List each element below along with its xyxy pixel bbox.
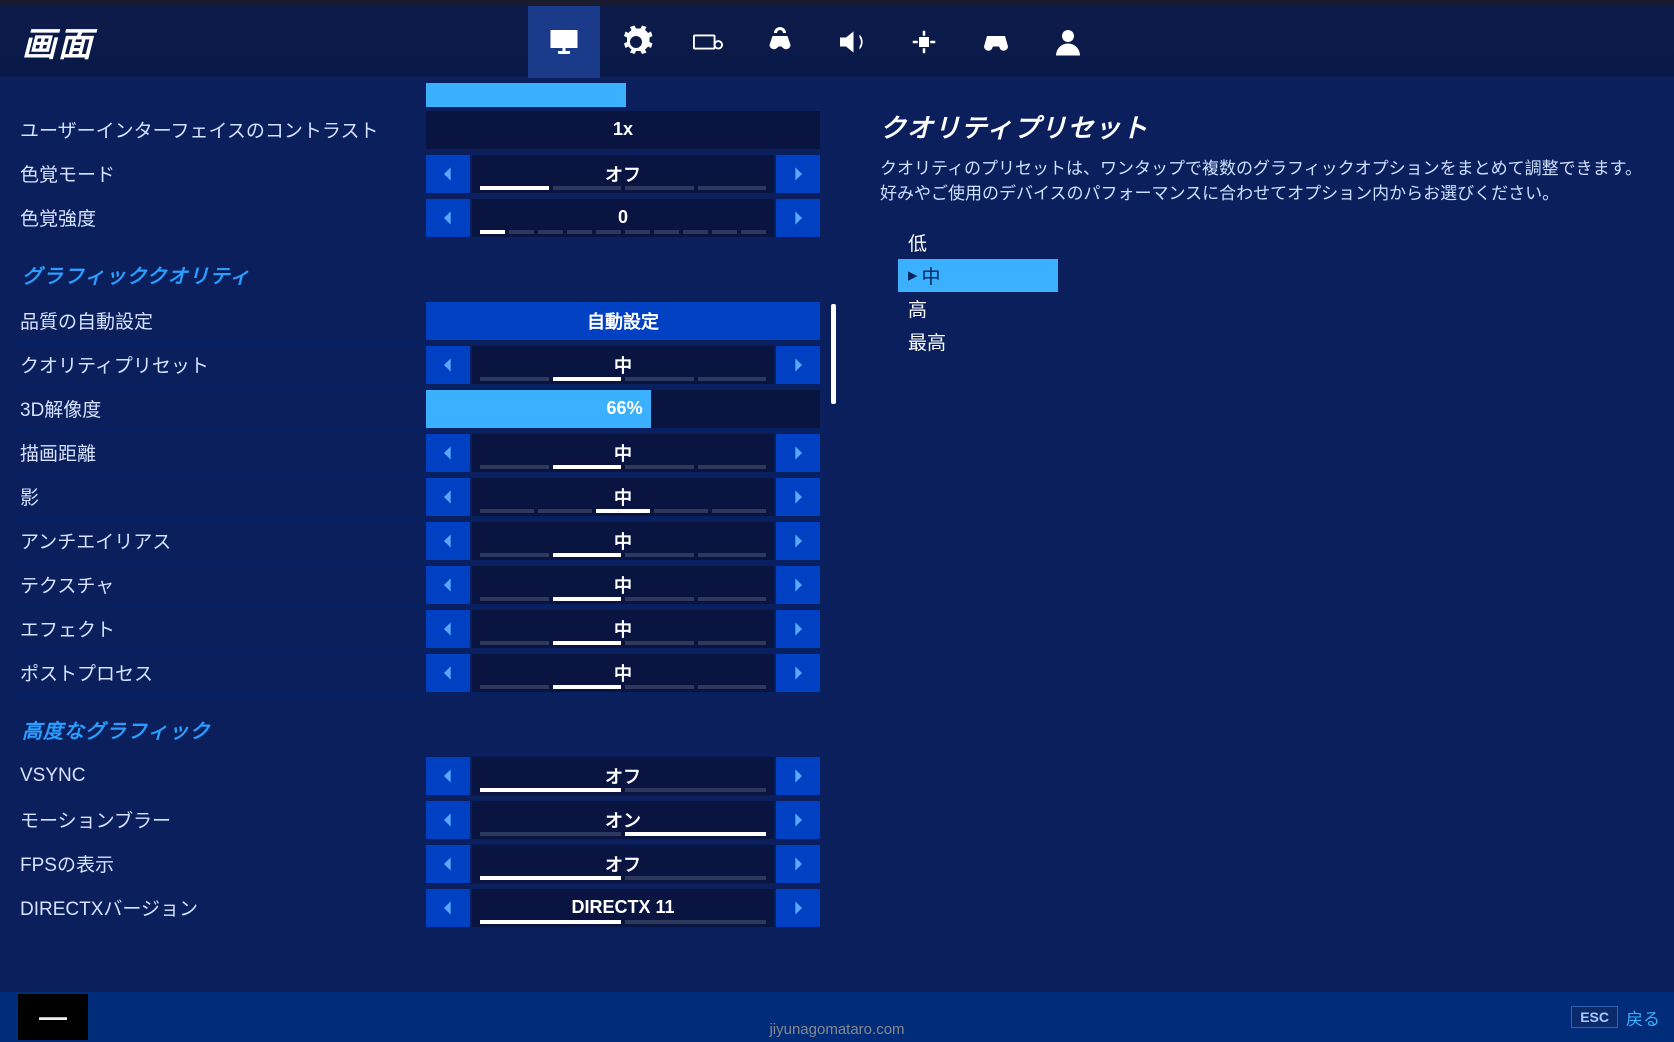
directx-label: DIRECTXバージョン	[12, 894, 426, 921]
antialias-value[interactable]: 中	[472, 522, 774, 560]
postprocess-next[interactable]	[776, 654, 820, 692]
info-description: クオリティのプリセットは、ワンタップで複数のグラフィックオプションをまとめて調整…	[880, 157, 1654, 206]
view-distance-label: 描画距離	[12, 439, 426, 466]
texture-next[interactable]	[776, 566, 820, 604]
tab-controller-settings[interactable]	[744, 6, 816, 78]
tab-audio[interactable]	[816, 6, 888, 78]
page-title: 画面	[0, 17, 94, 66]
directx-value[interactable]: DIRECTX 11	[472, 889, 774, 927]
esc-button[interactable]: ESC	[1571, 1006, 1618, 1028]
quality-preset-next[interactable]	[776, 346, 820, 384]
vsync-value[interactable]: オフ	[472, 757, 774, 795]
postprocess-value[interactable]: 中	[472, 654, 774, 692]
quality-preset-prev[interactable]	[426, 346, 470, 384]
3d-resolution-slider[interactable]: 66%	[426, 390, 820, 428]
view-distance-value[interactable]: 中	[472, 434, 774, 472]
tab-keyboard-mouse[interactable]	[672, 6, 744, 78]
effect-next[interactable]	[776, 610, 820, 648]
3d-resolution-label: 3D解像度	[12, 395, 426, 422]
quality-preset-value[interactable]: 中	[472, 346, 774, 384]
vsync-next[interactable]	[776, 757, 820, 795]
auto-quality-button[interactable]: 自動設定	[426, 302, 820, 340]
color-intensity-label: 色覚強度	[12, 204, 426, 231]
vsync-label: VSYNC	[12, 765, 426, 787]
footer: — jiyunagomataro.com ESC 戻る	[0, 992, 1674, 1042]
vsync-prev[interactable]	[426, 757, 470, 795]
antialias-prev[interactable]	[426, 522, 470, 560]
postprocess-label: ポストプロセス	[12, 659, 426, 686]
fps-display-next[interactable]	[776, 845, 820, 883]
antialias-label: アンチエイリアス	[12, 527, 426, 554]
view-distance-next[interactable]	[776, 434, 820, 472]
tab-accessibility[interactable]	[888, 6, 960, 78]
back-label[interactable]: 戻る	[1626, 1005, 1660, 1030]
color-intensity-value[interactable]: 0	[472, 199, 774, 237]
section-advanced-graphics: 高度なグラフィック	[12, 695, 828, 754]
shadow-prev[interactable]	[426, 478, 470, 516]
settings-list: ユーザーインターフェイスのコントラスト 1x 色覚モード オフ 色覚強度 0 グ…	[12, 78, 828, 992]
color-mode-value[interactable]: オフ	[472, 155, 774, 193]
header: 画面	[0, 6, 1674, 78]
tab-account[interactable]	[1032, 6, 1104, 78]
ui-contrast-label: ユーザーインターフェイスのコントラスト	[12, 116, 426, 143]
watermark: jiyunagomataro.com	[769, 1021, 904, 1038]
auto-quality-label: 品質の自動設定	[12, 307, 426, 334]
preset-option-low: 低	[898, 226, 1654, 259]
postprocess-prev[interactable]	[426, 654, 470, 692]
scrollbar[interactable]	[831, 304, 836, 404]
tab-controller[interactable]	[960, 6, 1032, 78]
tabs	[528, 6, 1104, 78]
motion-blur-value[interactable]: オン	[472, 801, 774, 839]
preset-option-epic: 最高	[898, 325, 1654, 358]
ui-contrast-value[interactable]: 1x	[426, 111, 820, 149]
tab-game-settings[interactable]	[600, 6, 672, 78]
effect-label: エフェクト	[12, 615, 426, 642]
preset-option-high: 高	[898, 292, 1654, 325]
fps-display-prev[interactable]	[426, 845, 470, 883]
shadow-next[interactable]	[776, 478, 820, 516]
motion-blur-prev[interactable]	[426, 801, 470, 839]
info-title: クオリティプリセット	[880, 108, 1654, 145]
partial-slider-row	[12, 78, 828, 108]
shadow-value[interactable]: 中	[472, 478, 774, 516]
directx-next[interactable]	[776, 889, 820, 927]
antialias-next[interactable]	[776, 522, 820, 560]
view-distance-prev[interactable]	[426, 434, 470, 472]
footer-menu-button[interactable]: —	[18, 994, 88, 1040]
color-mode-label: 色覚モード	[12, 160, 426, 187]
effect-value[interactable]: 中	[472, 610, 774, 648]
motion-blur-label: モーションブラー	[12, 806, 426, 833]
fps-display-label: FPSの表示	[12, 850, 426, 877]
texture-prev[interactable]	[426, 566, 470, 604]
shadow-label: 影	[12, 483, 426, 510]
color-mode-prev[interactable]	[426, 155, 470, 193]
effect-prev[interactable]	[426, 610, 470, 648]
section-graphics-quality: グラフィッククオリティ	[12, 240, 828, 299]
color-intensity-next[interactable]	[776, 199, 820, 237]
tab-display[interactable]	[528, 6, 600, 78]
texture-label: テクスチャ	[12, 571, 426, 598]
color-intensity-prev[interactable]	[426, 199, 470, 237]
preset-option-medium: 中	[898, 259, 1058, 292]
info-panel: クオリティプリセット クオリティのプリセットは、ワンタップで複数のグラフィックオ…	[840, 78, 1674, 992]
directx-prev[interactable]	[426, 889, 470, 927]
color-mode-next[interactable]	[776, 155, 820, 193]
quality-preset-label: クオリティプリセット	[12, 351, 426, 378]
fps-display-value[interactable]: オフ	[472, 845, 774, 883]
texture-value[interactable]: 中	[472, 566, 774, 604]
motion-blur-next[interactable]	[776, 801, 820, 839]
preset-options: 低 中 高 最高	[880, 226, 1654, 358]
